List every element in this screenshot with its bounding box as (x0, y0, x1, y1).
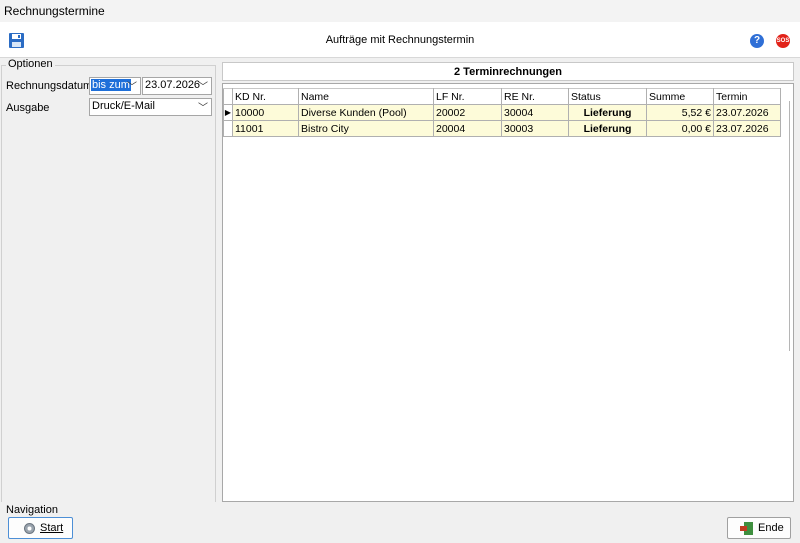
table-row[interactable]: 11001 Bistro City 20004 30003 Lieferung … (223, 120, 781, 137)
toolbar-title: Aufträge mit Rechnungstermin (325, 34, 475, 46)
current-row-indicator-icon: ▶ (223, 104, 233, 121)
cell-kd-nr[interactable]: 11001 (232, 120, 299, 137)
cell-lf-nr[interactable]: 20004 (433, 120, 502, 137)
cell-termin[interactable]: 23.07.2026 (713, 120, 781, 137)
cell-re-nr[interactable]: 30004 (501, 104, 569, 121)
window-titlebar: Rechnungstermine (0, 0, 800, 22)
col-kd-nr[interactable]: KD Nr. (232, 88, 299, 105)
window-title: Rechnungstermine (4, 4, 105, 18)
col-name[interactable]: Name (298, 88, 434, 105)
options-group-frame (1, 65, 216, 502)
col-status[interactable]: Status (568, 88, 647, 105)
help-icon[interactable]: ? (750, 34, 764, 48)
cell-re-nr[interactable]: 30003 (501, 120, 569, 137)
cell-lf-nr[interactable]: 20002 (433, 104, 502, 121)
chevron-down-icon: ﹀ (127, 82, 137, 93)
row-indicator (223, 120, 233, 137)
cell-summe[interactable]: 0,00 € (646, 120, 714, 137)
cell-name[interactable]: Diverse Kunden (Pool) (298, 104, 434, 121)
table-row[interactable]: ▶ 10000 Diverse Kunden (Pool) 20002 3000… (223, 104, 781, 121)
cell-kd-nr[interactable]: 10000 (232, 104, 299, 121)
rechnungen-table: KD Nr. Name LF Nr. RE Nr. Status Summe T… (223, 88, 781, 137)
chevron-down-icon: ﹀ (198, 82, 208, 93)
row-indicator-header (223, 88, 233, 105)
chevron-down-icon: ﹀ (198, 103, 208, 114)
toolbar: Aufträge mit Rechnungstermin ? SOS (0, 22, 800, 58)
col-termin[interactable]: Termin (713, 88, 781, 105)
cell-summe[interactable]: 5,52 € (646, 104, 714, 121)
ende-button[interactable]: Ende (727, 517, 791, 539)
ausgabe-value: Druck/E-Mail (92, 100, 155, 112)
cell-name[interactable]: Bistro City (298, 120, 434, 137)
ausgabe-select[interactable]: Druck/E-Mail ﹀ (89, 98, 212, 116)
ausgabe-label: Ausgabe (6, 102, 50, 114)
ende-label: Ende (758, 522, 784, 534)
exit-door-icon (739, 521, 754, 539)
rechnungsdatum-label: Rechnungsdatum (6, 80, 93, 92)
sos-icon[interactable]: SOS (776, 34, 790, 48)
navigation-title: Navigation (6, 504, 58, 516)
grid-title: 2 Terminrechnungen (222, 62, 794, 81)
start-label: Start (40, 522, 64, 534)
cell-status[interactable]: Lieferung (568, 104, 647, 121)
date-mode-select[interactable]: bis zum ﹀ (89, 77, 141, 95)
gear-icon (22, 521, 37, 539)
date-mode-value: bis zum (91, 79, 131, 91)
date-select[interactable]: 23.07.2026 ﹀ (142, 77, 212, 95)
options-panel: Optionen Rechnungsdatum Ausgabe (0, 58, 218, 502)
col-lf-nr[interactable]: LF Nr. (433, 88, 502, 105)
rechnungen-grid: KD Nr. Name LF Nr. RE Nr. Status Summe T… (222, 83, 794, 502)
table-header-row: KD Nr. Name LF Nr. RE Nr. Status Summe T… (223, 88, 781, 105)
vertical-scrollbar[interactable] (789, 101, 790, 351)
options-title: Optionen (6, 58, 55, 70)
col-summe[interactable]: Summe (646, 88, 714, 105)
start-button[interactable]: Start (8, 517, 73, 539)
date-value: 23.07.2026 (145, 79, 201, 91)
cell-status[interactable]: Lieferung (568, 120, 647, 137)
cell-termin[interactable]: 23.07.2026 (713, 104, 781, 121)
col-re-nr[interactable]: RE Nr. (501, 88, 569, 105)
